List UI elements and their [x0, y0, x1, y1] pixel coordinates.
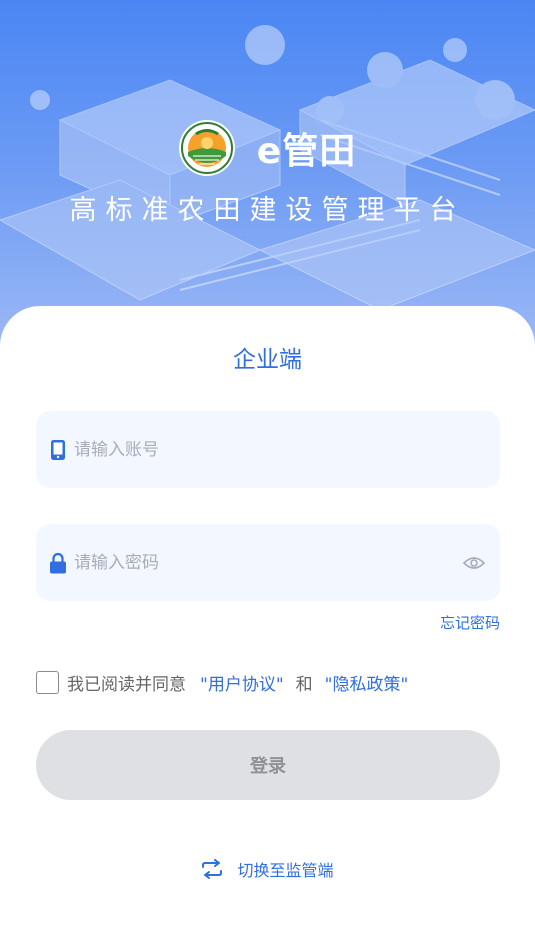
app-name: e管田 — [256, 131, 357, 172]
brand-row: e管田 — [0, 118, 535, 178]
agree-text: 我已阅读并同意 — [67, 674, 186, 695]
login-card: 企业端 忘记密码 我已阅读并同意 "用户协 — [0, 306, 535, 951]
lock-icon — [48, 551, 68, 575]
account-field[interactable] — [36, 411, 500, 488]
password-input[interactable] — [74, 552, 462, 573]
logo — [178, 120, 235, 176]
platform-subtitle: 高标准农田建设管理平台 — [69, 195, 466, 226]
login-button[interactable]: 登录 — [36, 730, 500, 800]
switch-portal-link[interactable]: 切换至监管端 — [0, 856, 535, 882]
privacy-policy-link[interactable]: "隐私政策" — [325, 670, 409, 695]
account-input[interactable] — [74, 439, 486, 460]
switch-label: 切换至监管端 — [237, 861, 334, 880]
phone-icon — [48, 438, 68, 462]
agree-checkbox[interactable] — [36, 670, 59, 694]
eye-icon[interactable] — [462, 551, 486, 575]
forgot-password-link[interactable]: 忘记密码 — [440, 612, 500, 633]
password-field[interactable] — [36, 524, 500, 601]
user-agreement-link[interactable]: "用户协议" — [200, 670, 284, 695]
agreement-row: 我已阅读并同意 "用户协议" 和 "隐私政策" — [36, 669, 408, 695]
portal-title: 企业端 — [233, 347, 302, 373]
and-text: 和 — [295, 674, 313, 695]
swap-icon — [201, 859, 223, 879]
